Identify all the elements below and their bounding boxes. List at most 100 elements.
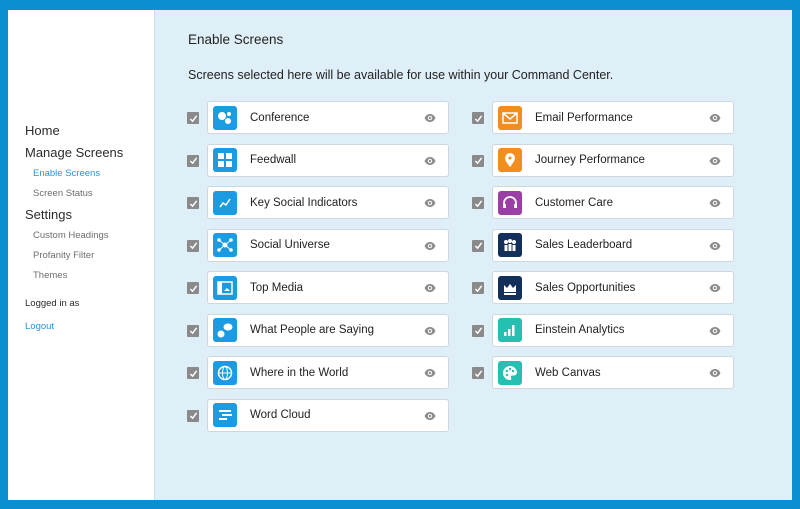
screen-card[interactable]: Sales Opportunities — [492, 271, 734, 304]
nav-themes[interactable]: Themes — [25, 266, 123, 286]
screen-label: Where in the World — [250, 366, 349, 379]
checkmark-icon — [189, 369, 197, 377]
screens-column-left: Conference Feedwall Key Social Indicators S… — [187, 101, 449, 441]
screen-checkbox[interactable] — [187, 282, 199, 294]
screen-label: Journey Performance — [535, 154, 645, 166]
eye-icon[interactable] — [424, 368, 436, 378]
screen-checkbox[interactable] — [187, 367, 199, 379]
screen-label: Top Media — [250, 281, 304, 294]
screen-checkbox[interactable] — [472, 367, 484, 379]
eye-icon[interactable] — [709, 326, 721, 336]
checkmark-icon — [474, 327, 482, 335]
checkmark-icon — [189, 199, 197, 207]
eye-icon[interactable] — [424, 198, 436, 208]
eye-icon[interactable] — [709, 241, 721, 251]
screen-card[interactable]: Feedwall — [207, 143, 449, 177]
network-icon — [213, 233, 237, 257]
nav-home[interactable]: Home — [25, 120, 123, 142]
screen-row: Key Social Indicators — [187, 186, 449, 229]
screen-label: Einstein Analytics — [535, 324, 625, 336]
screen-checkbox[interactable] — [472, 112, 484, 124]
team-icon — [498, 233, 522, 257]
screen-card[interactable]: What People are Saying — [207, 313, 449, 347]
eye-icon[interactable] — [424, 113, 436, 123]
screen-card[interactable]: Top Media — [207, 271, 449, 304]
screen-row: Journey Performance — [472, 143, 734, 187]
eye-icon[interactable] — [709, 368, 721, 378]
screen-checkbox[interactable] — [472, 154, 484, 167]
checkmark-icon — [474, 369, 482, 377]
screen-label: Social Universe — [250, 239, 330, 251]
screen-label: Word Cloud — [250, 409, 311, 421]
sidebar: Home Manage Screens Enable Screens Scree… — [8, 10, 155, 500]
screen-checkbox[interactable] — [187, 112, 199, 124]
sidebar-nav: Home Manage Screens Enable Screens Scree… — [25, 120, 123, 286]
nav-profanity-filter[interactable]: Profanity Filter — [25, 246, 123, 266]
screen-checkbox[interactable] — [187, 154, 199, 167]
screen-checkbox[interactable] — [187, 239, 199, 252]
screen-checkbox[interactable] — [187, 409, 199, 422]
nav-enable-screens[interactable]: Enable Screens — [25, 164, 123, 184]
screen-card[interactable]: Conference — [207, 101, 449, 134]
screen-checkbox[interactable] — [472, 324, 484, 337]
screen-row: Where in the World — [187, 356, 449, 399]
screen-card[interactable]: Einstein Analytics — [492, 313, 734, 347]
screen-checkbox[interactable] — [187, 324, 199, 337]
eye-icon[interactable] — [424, 411, 436, 421]
screen-row: Web Canvas — [472, 356, 734, 399]
nav-manage-screens[interactable]: Manage Screens — [25, 142, 123, 164]
checkmark-icon — [474, 114, 482, 122]
checkmark-icon — [474, 284, 482, 292]
eye-icon[interactable] — [424, 326, 436, 336]
screen-checkbox[interactable] — [472, 239, 484, 252]
checkmark-icon — [189, 327, 197, 335]
nav-settings[interactable]: Settings — [25, 204, 123, 226]
screen-card[interactable]: Where in the World — [207, 356, 449, 389]
screen-card[interactable]: Web Canvas — [492, 356, 734, 389]
screen-checkbox[interactable] — [472, 197, 484, 209]
page-title: Enable Screens — [188, 32, 284, 47]
headset-icon — [498, 190, 522, 215]
screen-card[interactable]: Sales Leaderboard — [492, 228, 734, 262]
screen-row: Sales Leaderboard — [472, 228, 734, 272]
nav-custom-headings[interactable]: Custom Headings — [25, 226, 123, 246]
eye-icon[interactable] — [424, 241, 436, 251]
screen-checkbox[interactable] — [187, 197, 199, 209]
eye-icon[interactable] — [709, 156, 721, 166]
word-cloud-icon — [213, 403, 237, 427]
screen-label: Web Canvas — [535, 366, 601, 379]
screen-row: Conference — [187, 101, 449, 144]
checkmark-icon — [474, 242, 482, 250]
eye-icon[interactable] — [709, 283, 721, 293]
checkmark-icon — [474, 199, 482, 207]
palette-icon — [498, 360, 522, 385]
screen-label: Sales Opportunities — [535, 281, 636, 294]
crown-icon — [498, 275, 522, 300]
screen-row: Email Performance — [472, 101, 734, 144]
media-image-icon — [213, 275, 237, 300]
screen-row: What People are Saying — [187, 313, 449, 357]
screen-row: Social Universe — [187, 228, 449, 272]
screen-card[interactable]: Email Performance — [492, 101, 734, 134]
screen-label: Email Performance — [535, 111, 633, 124]
screen-row: Top Media — [187, 271, 449, 314]
checkmark-icon — [189, 157, 197, 165]
screen-card[interactable]: Key Social Indicators — [207, 186, 449, 219]
eye-icon[interactable] — [709, 198, 721, 208]
page-description: Screens selected here will be available … — [188, 68, 614, 82]
screen-card[interactable]: Word Cloud — [207, 398, 449, 432]
eye-icon[interactable] — [424, 283, 436, 293]
eye-icon[interactable] — [709, 113, 721, 123]
screen-card[interactable]: Customer Care — [492, 186, 734, 219]
screen-card[interactable]: Social Universe — [207, 228, 449, 262]
nav-screen-status[interactable]: Screen Status — [25, 184, 123, 204]
logout-link[interactable]: Logout — [25, 321, 54, 332]
checkmark-icon — [474, 157, 482, 165]
screen-card[interactable]: Journey Performance — [492, 143, 734, 177]
screens-column-right: Email Performance Journey Performance Cust… — [472, 101, 734, 399]
screen-checkbox[interactable] — [472, 282, 484, 294]
eye-icon[interactable] — [424, 156, 436, 166]
checkmark-icon — [189, 114, 197, 122]
app-window: Home Manage Screens Enable Screens Scree… — [8, 10, 792, 500]
conference-icon — [213, 105, 237, 130]
